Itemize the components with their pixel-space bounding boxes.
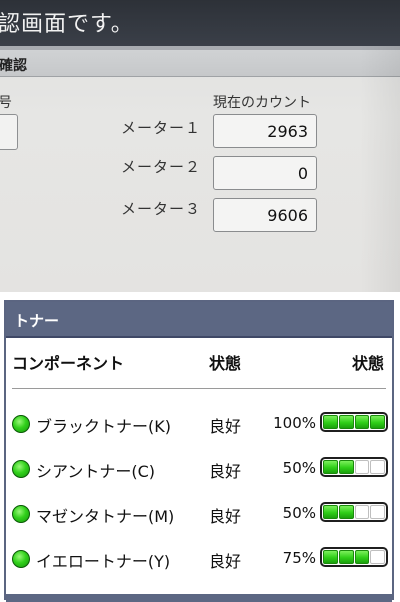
meter-value: 0 bbox=[297, 164, 308, 183]
meter-row: メーター３ 9606 bbox=[0, 198, 400, 234]
toner-panel: トナー コンポーネント 状態 状態 ブラックトナー(K) 良好 100% シアン… bbox=[4, 300, 394, 602]
toner-percent: 50% bbox=[282, 504, 316, 522]
gauge-segment-filled bbox=[323, 550, 338, 564]
gauge-segment-filled bbox=[323, 505, 338, 519]
header-divider bbox=[12, 388, 386, 389]
toner-name: イエロートナー(Y) bbox=[36, 552, 171, 571]
meter-value-field: 2963 bbox=[213, 114, 317, 148]
toner-row-cyan: シアントナー(C) 良好 50% bbox=[6, 454, 392, 482]
meter-value-field: 9606 bbox=[213, 198, 317, 232]
gauge-segment-empty bbox=[370, 505, 385, 519]
toner-panel-title: トナー bbox=[14, 312, 60, 330]
toner-name: マゼンタトナー(M) bbox=[36, 507, 175, 526]
toner-row-yellow: イエロートナー(Y) 良好 75% bbox=[6, 544, 392, 572]
number-column-label: 号 bbox=[0, 95, 12, 111]
toner-percent: 50% bbox=[282, 459, 316, 477]
green-led-icon bbox=[12, 550, 30, 568]
toner-percent: 75% bbox=[282, 549, 316, 567]
level-column-header: 状態 bbox=[352, 354, 385, 373]
toner-status: 良好 bbox=[209, 417, 242, 436]
toner-name: シアントナー(C) bbox=[36, 462, 156, 481]
gauge-segment-empty bbox=[354, 460, 370, 474]
toner-row-black: ブラックトナー(K) 良好 100% bbox=[6, 409, 392, 437]
toner-percent: 100% bbox=[273, 414, 316, 432]
gauge-segment-filled bbox=[338, 550, 354, 564]
toner-level-gauge bbox=[320, 457, 388, 477]
gauge-segment-filled bbox=[370, 415, 385, 429]
toner-status: 良好 bbox=[209, 552, 242, 571]
toner-level-gauge bbox=[320, 502, 388, 522]
gauge-segment-filled bbox=[338, 460, 354, 474]
toner-name: ブラックトナー(K) bbox=[36, 417, 171, 436]
green-led-icon bbox=[12, 415, 30, 433]
gauge-segment-filled bbox=[323, 415, 338, 429]
meter-label: メーター２ bbox=[121, 158, 202, 176]
meter-row: メーター２ 0 bbox=[0, 156, 400, 192]
meter-row: メーター１ 2963 bbox=[0, 114, 400, 150]
gauge-segment-empty bbox=[354, 505, 370, 519]
screen-header-bar: 認画面です。 bbox=[0, 0, 400, 46]
toner-level-gauge bbox=[320, 412, 388, 432]
gauge-segment-filled bbox=[354, 415, 370, 429]
toner-panel-footer-bar bbox=[6, 594, 392, 602]
meter-value: 9606 bbox=[267, 206, 308, 225]
toner-row-magenta: マゼンタトナー(M) 良好 50% bbox=[6, 499, 392, 527]
gauge-segment-empty bbox=[370, 460, 385, 474]
toner-level-gauge bbox=[320, 547, 388, 567]
component-column-header: コンポーネント bbox=[12, 354, 125, 373]
gauge-segment-filled bbox=[354, 550, 370, 564]
toner-status: 良好 bbox=[209, 462, 242, 481]
green-led-icon bbox=[12, 460, 30, 478]
gauge-segment-filled bbox=[338, 505, 354, 519]
gauge-segment-filled bbox=[323, 460, 338, 474]
current-count-label: 現在のカウント bbox=[213, 95, 311, 111]
meter-label: メーター３ bbox=[121, 200, 202, 218]
toner-panel-header: トナー bbox=[6, 302, 392, 338]
screen-header-text: 認画面です。 bbox=[0, 12, 134, 37]
counter-screen-photo: 認画面です。 確認 号 現在のカウント メーター１ 2963 メーター２ 0 メ… bbox=[0, 0, 400, 292]
section-subheader-text: 確認 bbox=[0, 58, 27, 74]
gauge-segment-filled bbox=[338, 415, 354, 429]
status-column-header: 状態 bbox=[209, 354, 242, 373]
photo-shading bbox=[360, 46, 400, 292]
meter-value: 2963 bbox=[267, 122, 308, 141]
meter-label: メーター１ bbox=[121, 119, 202, 137]
toner-status: 良好 bbox=[209, 507, 242, 526]
green-led-icon bbox=[12, 505, 30, 523]
section-subheader: 確認 bbox=[0, 50, 400, 77]
gauge-segment-empty bbox=[370, 550, 385, 564]
meter-value-field: 0 bbox=[213, 156, 317, 190]
